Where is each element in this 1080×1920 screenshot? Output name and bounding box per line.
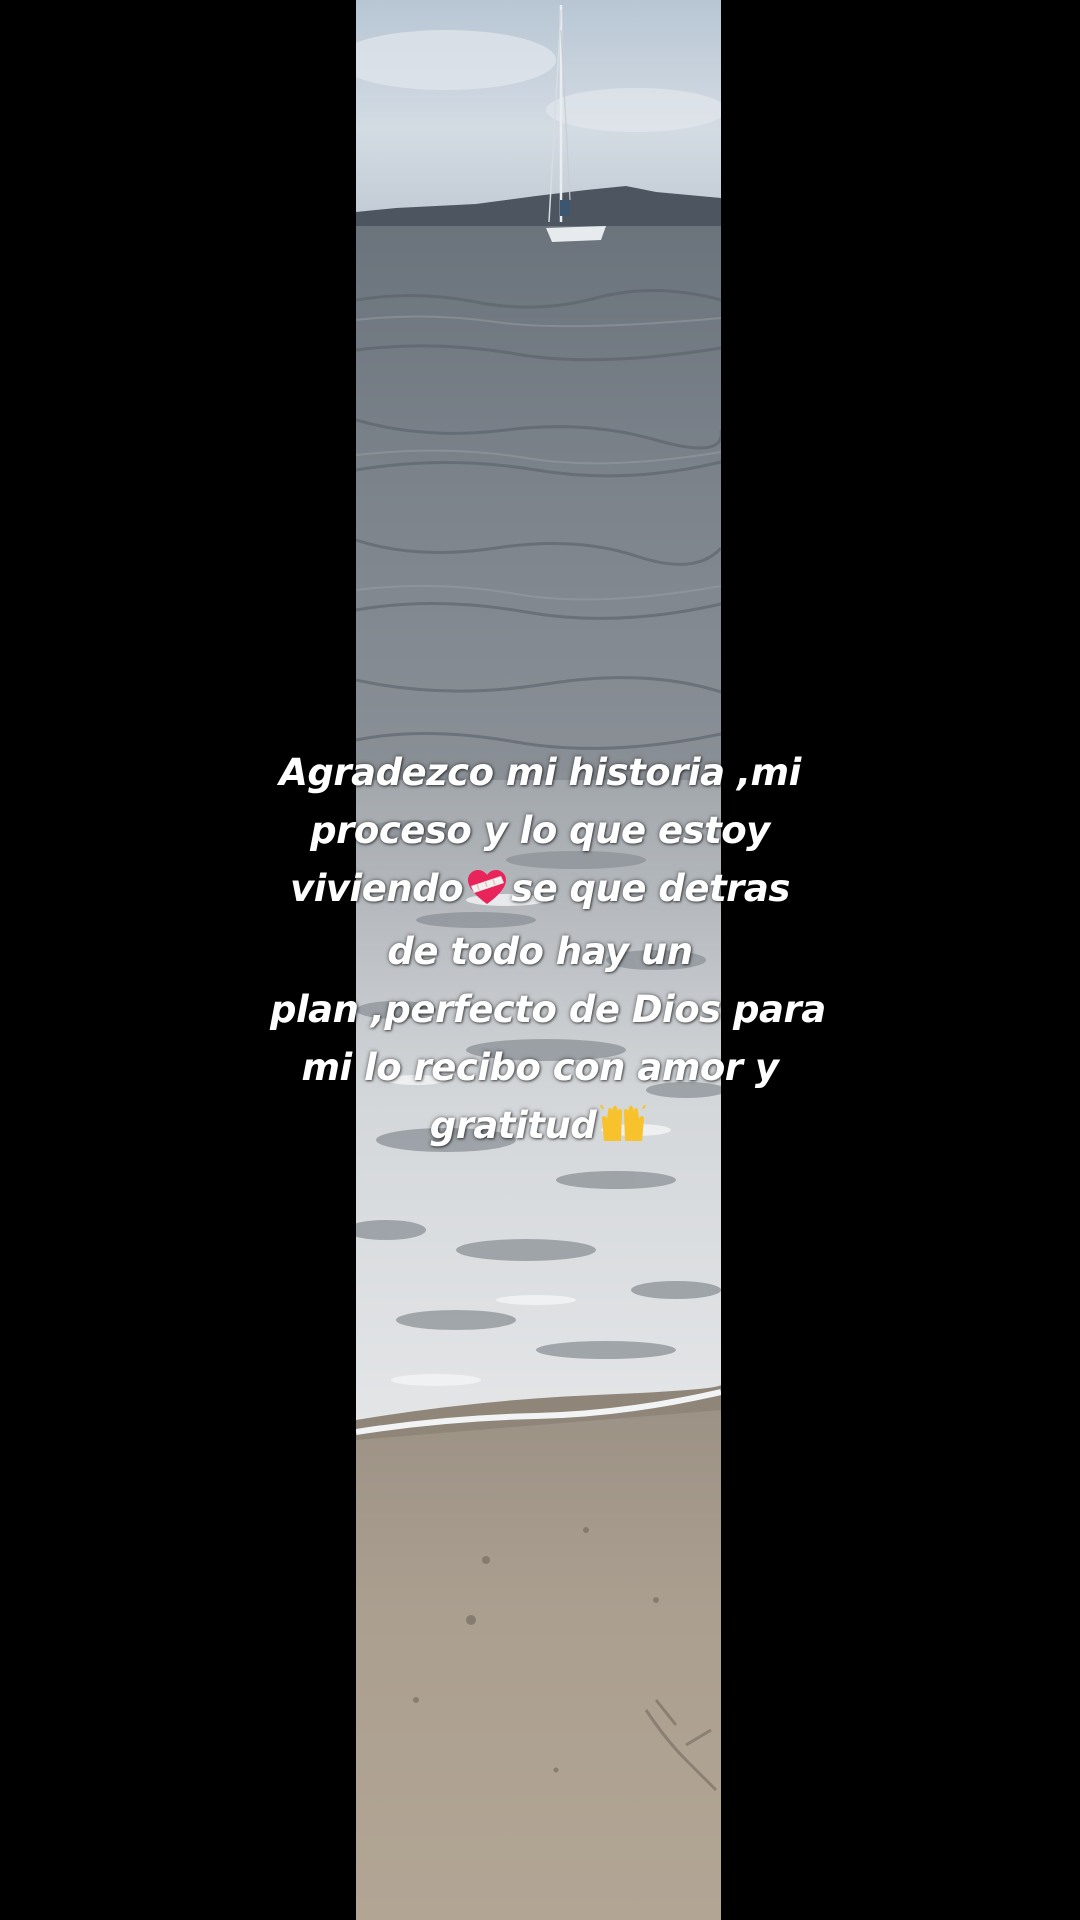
video-frame: Agradezco mi historia ,mi proceso y lo q… — [0, 0, 1080, 1920]
sand — [356, 1410, 721, 1920]
caption-text: Agradezco mi historia ,mi proceso y lo q… — [270, 744, 826, 1160]
caption-line-5: plan ,perfecto de Dios para — [270, 988, 826, 1031]
sea — [356, 226, 721, 786]
raising-hands-icon — [600, 1102, 647, 1160]
caption-line-3-end: se que detras — [511, 867, 790, 910]
caption-line-4: de todo hay un — [387, 930, 693, 973]
caption-line-7: gratitud — [270, 1097, 810, 1160]
caption-line-1: Agradezco mi historia ,mi — [279, 751, 801, 794]
caption-line-3-start: viviendo — [290, 867, 464, 910]
caption-line-7-text: gratitud — [429, 1104, 597, 1147]
caption-line-3: viviendo se que detras — [270, 860, 810, 923]
caption-line-2: proceso y lo que estoy — [310, 809, 770, 852]
bandaged-heart-icon — [467, 865, 507, 923]
caption-line-6: mi lo recibo con amor y — [301, 1046, 779, 1089]
